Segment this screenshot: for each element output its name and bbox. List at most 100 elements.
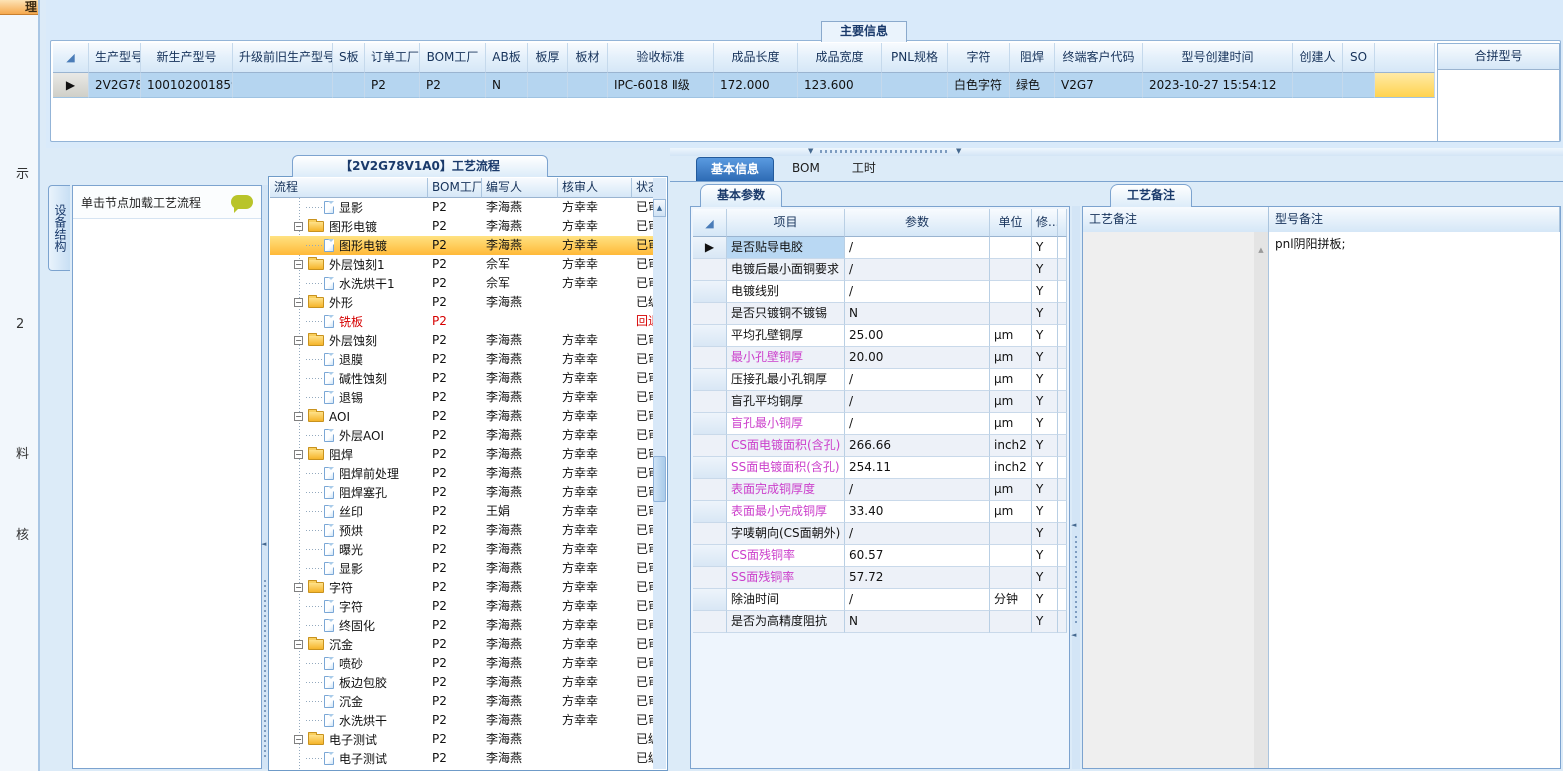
- tree-cell[interactable]: P2: [428, 445, 482, 464]
- param-cell[interactable]: [1058, 479, 1067, 501]
- param-name-cell[interactable]: 盲孔平均铜厚: [727, 391, 845, 413]
- tree-cell[interactable]: 李海燕: [482, 369, 558, 388]
- param-cell[interactable]: [990, 303, 1032, 325]
- param-cell[interactable]: [1058, 325, 1067, 347]
- tree-cell[interactable]: 已编写: [632, 768, 653, 769]
- sidebar-item[interactable]: 示: [16, 163, 36, 179]
- process-remark-header[interactable]: 工艺备注: [1083, 207, 1269, 232]
- param-name-cell[interactable]: 压接孔最小孔铜厚: [727, 369, 845, 391]
- row-indicator[interactable]: [693, 281, 727, 303]
- tree-cell[interactable]: 已审核: [632, 483, 653, 502]
- tree-row[interactable]: 铣板 P2 回退: [270, 312, 653, 331]
- tree-cell[interactable]: P2: [428, 711, 482, 730]
- param-row[interactable]: ▶ 是否贴导电胶 / Y: [693, 237, 1067, 259]
- tree-cell[interactable]: 水洗烘干: [270, 711, 428, 730]
- param-cell[interactable]: Y: [1032, 347, 1058, 369]
- param-cell[interactable]: Y: [1032, 413, 1058, 435]
- tree-cell[interactable]: 已审核: [632, 369, 653, 388]
- table-cell[interactable]: IPC-6018 Ⅱ级: [608, 73, 714, 98]
- tree-cell[interactable]: 已审核: [632, 502, 653, 521]
- tree-cell[interactable]: 李海燕: [482, 293, 558, 312]
- tree-cell[interactable]: P2: [428, 540, 482, 559]
- tree-cell[interactable]: 喷砂: [270, 654, 428, 673]
- table-cell[interactable]: 2023-10-27 15:54:12: [1143, 73, 1293, 98]
- top-splitter[interactable]: ▼ ▼: [670, 147, 1563, 156]
- param-cell[interactable]: [1058, 259, 1067, 281]
- param-cell[interactable]: [1058, 413, 1067, 435]
- row-indicator[interactable]: [693, 523, 727, 545]
- tree-cell[interactable]: 已审核: [632, 578, 653, 597]
- table-cell[interactable]: 2V2G78V1A0: [89, 73, 141, 98]
- param-cell[interactable]: μm: [990, 347, 1032, 369]
- tree-row[interactable]: 阻焊塞孔 P2李海燕方幸幸已审核: [270, 483, 653, 502]
- tree-cell[interactable]: 李海燕: [482, 730, 558, 749]
- selector-header[interactable]: ◢: [693, 209, 727, 237]
- tree-cell[interactable]: P2: [428, 369, 482, 388]
- tree-cell[interactable]: 李海燕: [482, 635, 558, 654]
- param-cell[interactable]: /: [845, 259, 990, 281]
- row-indicator[interactable]: [693, 567, 727, 589]
- param-name-cell[interactable]: SS面电镀面积(含孔): [727, 457, 845, 479]
- tree-cell[interactable]: − 字符: [270, 578, 428, 597]
- param-cell[interactable]: Y: [1032, 281, 1058, 303]
- tree-cell[interactable]: 已审核: [632, 692, 653, 711]
- param-row[interactable]: 是否为高精度阻抗 N Y: [693, 611, 1067, 633]
- tree-cell[interactable]: P2: [428, 578, 482, 597]
- table-cell[interactable]: [1343, 73, 1375, 98]
- row-indicator[interactable]: ▶: [53, 73, 89, 98]
- collapse-icon[interactable]: −: [294, 260, 303, 269]
- param-name-cell[interactable]: 字唛朝向(CS面朝外): [727, 523, 845, 545]
- row-indicator[interactable]: ▶: [693, 237, 727, 259]
- tree-row[interactable]: − 电子测试 P2李海燕 已编写: [270, 730, 653, 749]
- column-header[interactable]: 成品长度: [714, 43, 798, 73]
- table-cell[interactable]: [568, 73, 608, 98]
- sidebar-item[interactable]: 2: [16, 317, 36, 333]
- tree-cell[interactable]: 李海燕: [482, 616, 558, 635]
- tree-cell[interactable]: 李海燕: [482, 445, 558, 464]
- param-cell[interactable]: Y: [1032, 479, 1058, 501]
- tree-cell[interactable]: 方幸幸: [558, 521, 632, 540]
- tree-cell[interactable]: 曝光: [270, 540, 428, 559]
- param-row[interactable]: 盲孔最小铜厚 / μm Y: [693, 413, 1067, 435]
- tree-cell[interactable]: 已审核: [632, 426, 653, 445]
- tree-cell[interactable]: 板边包胶: [270, 673, 428, 692]
- param-cell[interactable]: 33.40: [845, 501, 990, 523]
- param-cell[interactable]: Y: [1032, 567, 1058, 589]
- sidebar-item[interactable]: 核: [16, 524, 36, 540]
- tree-cell[interactable]: 回退: [632, 312, 653, 331]
- collapse-up-icon[interactable]: ▼: [808, 147, 813, 155]
- tree-cell[interactable]: 李海燕: [482, 654, 558, 673]
- tree-cell[interactable]: [558, 293, 632, 312]
- tree-cell[interactable]: 已审核: [632, 388, 653, 407]
- param-cell[interactable]: [990, 259, 1032, 281]
- tree-cell[interactable]: 退锡: [270, 388, 428, 407]
- param-cell[interactable]: 分钟: [990, 589, 1032, 611]
- tree-cell[interactable]: P2: [428, 274, 482, 293]
- param-cell[interactable]: [990, 545, 1032, 567]
- tree-cell[interactable]: P2: [428, 483, 482, 502]
- tree-cell[interactable]: − 电子测试: [270, 730, 428, 749]
- tree-cell[interactable]: 方幸幸: [558, 673, 632, 692]
- tree-cell[interactable]: 方幸幸: [558, 236, 632, 255]
- param-cell[interactable]: [1058, 347, 1067, 369]
- tree-cell[interactable]: 李海燕: [482, 673, 558, 692]
- table-cell[interactable]: 10010200185912: [141, 73, 233, 98]
- param-column-header[interactable]: 修...: [1032, 209, 1058, 237]
- table-cell[interactable]: V2G7: [1055, 73, 1143, 98]
- table-cell[interactable]: [333, 73, 365, 98]
- merge-model-header[interactable]: 合拼型号: [1438, 44, 1559, 70]
- param-cell[interactable]: [1058, 237, 1067, 259]
- table-cell[interactable]: P2: [420, 73, 486, 98]
- tree-cell[interactable]: 方幸幸: [558, 369, 632, 388]
- tree-cell[interactable]: 丝印: [270, 502, 428, 521]
- param-cell[interactable]: Y: [1032, 325, 1058, 347]
- splitter-grip[interactable]: [264, 580, 266, 760]
- tree-cell[interactable]: 已审核: [632, 236, 653, 255]
- tree-row[interactable]: 板边包胶 P2李海燕方幸幸已审核: [270, 673, 653, 692]
- tree-cell[interactable]: 铣板: [270, 312, 428, 331]
- tree-cell[interactable]: 图形电镀: [270, 236, 428, 255]
- param-column-header[interactable]: 参数: [845, 209, 990, 237]
- device-structure-tab[interactable]: 设备结构: [48, 185, 70, 271]
- tree-cell[interactable]: 李海燕: [482, 749, 558, 768]
- column-header[interactable]: BOM工厂: [420, 43, 486, 73]
